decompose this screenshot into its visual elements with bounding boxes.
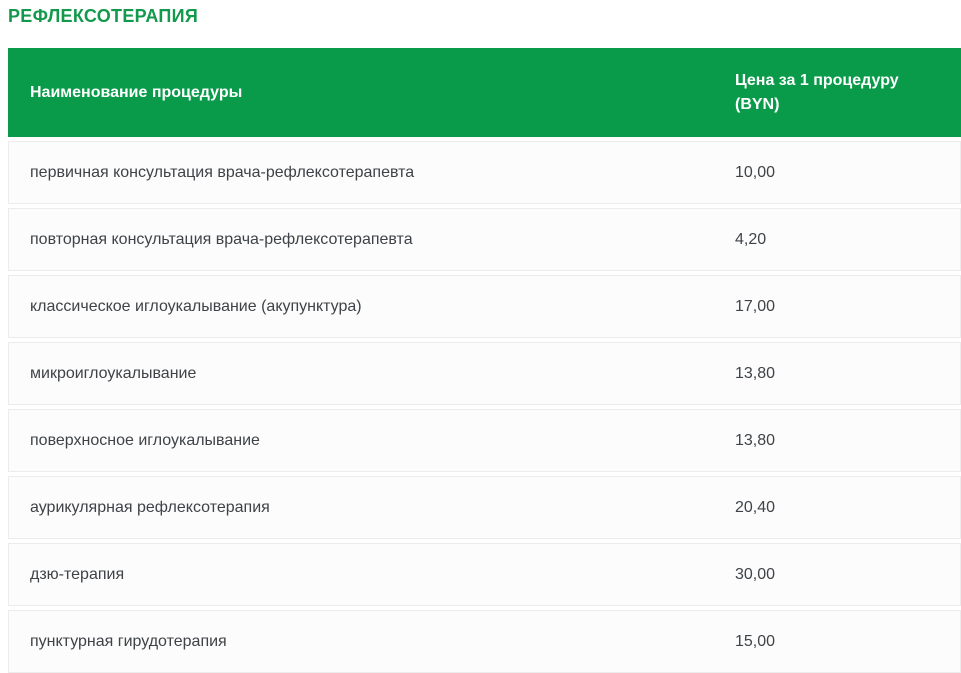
column-header-price: Цена за 1 процедуру (BYN) — [713, 69, 961, 117]
procedure-price: 10,00 — [713, 162, 960, 184]
procedure-name: дзю-терапия — [9, 564, 713, 586]
procedure-price: 4,20 — [713, 229, 960, 251]
procedure-price: 30,00 — [713, 564, 960, 586]
price-list-page: РЕФЛЕКСОТЕРАПИЯ Наименование процедуры Ц… — [0, 0, 961, 673]
procedure-name: первичная консультация врача-рефлексотер… — [9, 162, 713, 184]
procedure-name: классическое иглоукалывание (акупунктура… — [9, 296, 713, 318]
table-row: дзю-терапия 30,00 — [8, 543, 961, 606]
table-row: классическое иглоукалывание (акупунктура… — [8, 275, 961, 338]
procedure-price: 15,00 — [713, 631, 960, 653]
section-title: РЕФЛЕКСОТЕРАПИЯ — [8, 6, 961, 26]
procedure-name: поверхносное иглоукалывание — [9, 430, 713, 452]
procedure-price: 13,80 — [713, 363, 960, 385]
table-row: первичная консультация врача-рефлексотер… — [8, 141, 961, 204]
procedure-name: пунктурная гирудотерапия — [9, 631, 713, 653]
table-row: микроиглоукалывание 13,80 — [8, 342, 961, 405]
procedure-name: аурикулярная рефлексотерапия — [9, 497, 713, 519]
procedure-name: повторная консультация врача-рефлексотер… — [9, 229, 713, 251]
table-row: повторная консультация врача-рефлексотер… — [8, 208, 961, 271]
procedure-price: 13,80 — [713, 430, 960, 452]
procedure-price: 20,40 — [713, 497, 960, 519]
price-table: Наименование процедуры Цена за 1 процеду… — [8, 48, 961, 673]
procedure-name: микроиглоукалывание — [9, 363, 713, 385]
procedure-price: 17,00 — [713, 296, 960, 318]
column-header-procedure-name: Наименование процедуры — [8, 81, 713, 105]
table-header-row: Наименование процедуры Цена за 1 процеду… — [8, 48, 961, 137]
table-row: пунктурная гирудотерапия 15,00 — [8, 610, 961, 673]
table-row: поверхносное иглоукалывание 13,80 — [8, 409, 961, 472]
table-row: аурикулярная рефлексотерапия 20,40 — [8, 476, 961, 539]
